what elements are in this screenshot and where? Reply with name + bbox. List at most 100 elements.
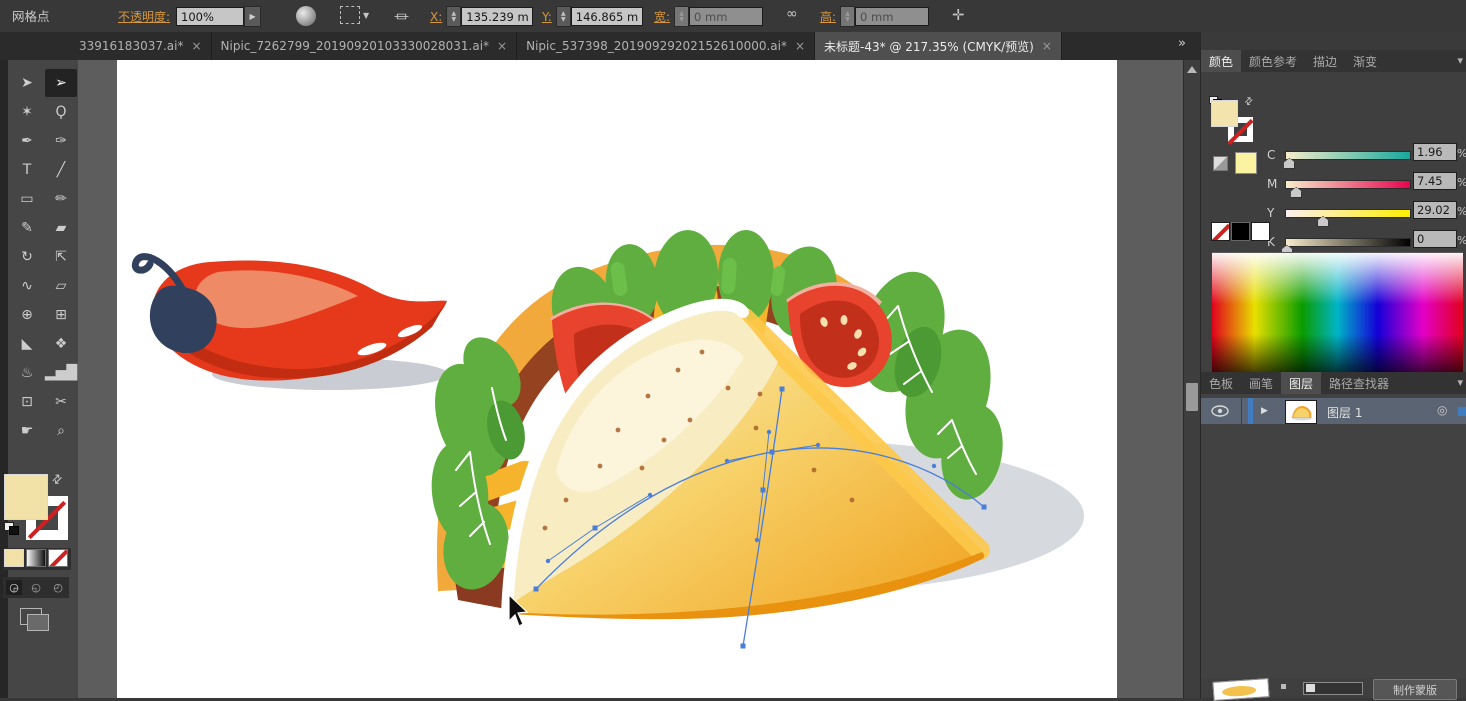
channel-slider[interactable] (1285, 209, 1411, 218)
panel-menu-icon[interactable]: ▾ (1457, 376, 1463, 389)
rectangle-tool[interactable]: ▭ (11, 185, 43, 213)
line-segment-tool[interactable]: ╱ (45, 156, 77, 184)
eye-icon[interactable] (1211, 405, 1229, 417)
none-swatch[interactable] (1211, 222, 1230, 241)
make-mask-button[interactable]: 制作蒙版 (1373, 679, 1457, 700)
curvature-tool[interactable]: ✑ (45, 127, 77, 155)
canvas[interactable] (78, 60, 1183, 698)
swap-fill-stroke-icon[interactable]: ⇄ (49, 470, 66, 487)
channel-value-field[interactable]: 1.96 (1413, 143, 1457, 161)
document-tab[interactable]: 33916183037.ai*× (70, 32, 212, 60)
tab-close-icon[interactable]: × (795, 39, 805, 53)
fill-proxy-swatch[interactable] (1211, 100, 1238, 127)
tab-close-icon[interactable]: × (191, 39, 201, 53)
layer-name[interactable]: 图层 1 (1327, 404, 1362, 421)
panel-tab[interactable]: 颜色 (1201, 50, 1241, 72)
x-stepper[interactable]: ▲▼ (446, 6, 461, 27)
panel-menu-icon[interactable]: ▾ (1457, 54, 1463, 67)
opacity-field[interactable]: 100% (176, 7, 244, 26)
paintbrush-tool[interactable]: ✏ (45, 185, 77, 213)
scroll-up-icon[interactable] (1187, 66, 1197, 73)
layer-thumbnail[interactable] (1285, 400, 1317, 424)
chevron-down-icon[interactable]: ▼ (363, 11, 369, 20)
width-point-icon[interactable]: ⏛ (394, 6, 409, 27)
y-stepper[interactable]: ▲▼ (556, 6, 571, 27)
channel-value-field[interactable]: 29.02 (1413, 201, 1457, 219)
draw-normal-mode-icon[interactable]: ◶ (6, 580, 22, 595)
document-tab[interactable]: 未标题-43* @ 217.35% (CMYK/预览)× (815, 32, 1062, 60)
pencil-tool[interactable]: ✎ (11, 214, 43, 242)
screen-mode-button[interactable] (20, 608, 50, 632)
channel-slider-knob[interactable] (1290, 187, 1302, 198)
rotate-tool[interactable]: ↻ (11, 243, 43, 271)
fill-color-swatch[interactable] (4, 474, 48, 520)
scale-tool[interactable]: ⇱ (45, 243, 77, 271)
expand-triangle-icon[interactable]: ▶ (1261, 406, 1268, 416)
document-tab[interactable]: Nipic_537398_20190929202152610000.ai*× (517, 32, 815, 60)
isolate-selection-icon[interactable] (340, 6, 360, 24)
y-field[interactable]: 146.865 m (571, 7, 643, 26)
transparency-slider[interactable] (1303, 682, 1363, 695)
document-tab[interactable]: Nipic_7262799_20190920103330028031.ai*× (212, 32, 518, 60)
paint-color-button[interactable] (4, 549, 24, 567)
hand-tool[interactable]: ☛ (11, 417, 43, 445)
tab-close-icon[interactable]: × (497, 39, 507, 53)
vertical-scrollbar[interactable] (1183, 60, 1201, 698)
channel-value-field[interactable]: 0 (1413, 230, 1457, 248)
artboard-tool[interactable]: ⊡ (11, 388, 43, 416)
width-tool[interactable]: ∿ (11, 272, 43, 300)
channel-slider-knob[interactable] (1283, 158, 1295, 169)
eraser-tool[interactable]: ▰ (45, 214, 77, 242)
magic-wand-tool[interactable]: ✶ (11, 98, 43, 126)
tab-close-icon[interactable]: × (1042, 39, 1052, 53)
color-spectrum[interactable] (1212, 252, 1463, 388)
channel-slider-knob[interactable] (1317, 216, 1329, 227)
opacity-label[interactable]: 不透明度: (118, 8, 170, 25)
type-tool[interactable]: T (11, 156, 43, 184)
layer-row[interactable]: ▶ 图层 1 ◎ (1201, 398, 1466, 424)
width-stepper[interactable]: ▲▼ (674, 6, 689, 27)
channel-slider[interactable] (1285, 151, 1411, 160)
x-label[interactable]: X: (430, 10, 442, 24)
symbol-sprayer-tool[interactable]: ♨ (11, 359, 43, 387)
default-fill-stroke-icon[interactable] (4, 522, 18, 534)
pen-tool[interactable]: ✒ (11, 127, 43, 155)
slice-tool[interactable]: ✂ (45, 388, 77, 416)
free-transform-tool[interactable]: ▱ (45, 272, 77, 300)
shape-builder-tool[interactable]: ⊕ (11, 301, 43, 329)
draw-behind-mode-icon[interactable]: ◵ (28, 580, 44, 595)
height-stepper[interactable]: ▲▼ (840, 6, 855, 27)
black-swatch[interactable] (1231, 222, 1250, 241)
eyedropper-tool[interactable]: ◣ (11, 330, 43, 358)
draw-inside-mode-icon[interactable]: ◴ (50, 580, 66, 595)
panel-tab[interactable]: 颜色参考 (1241, 50, 1305, 72)
channel-slider[interactable] (1285, 180, 1411, 189)
panel-tab[interactable]: 描边 (1305, 50, 1345, 72)
visibility-cell[interactable] (1201, 398, 1242, 424)
tab-overflow-icon[interactable]: » (1178, 36, 1186, 51)
width-field[interactable]: 0 mm (689, 7, 763, 26)
selection-tool[interactable]: ➤ (11, 69, 43, 97)
channel-value-field[interactable]: 7.45 (1413, 172, 1457, 190)
height-field[interactable]: 0 mm (855, 7, 929, 26)
perspective-grid-tool[interactable]: ⊞ (45, 301, 77, 329)
paint-gradient-button[interactable] (26, 549, 46, 567)
layer-target-icon[interactable]: ◎ (1437, 403, 1447, 417)
white-swatch[interactable] (1251, 222, 1270, 241)
panel-tab[interactable]: 色板 (1201, 372, 1241, 394)
width-label[interactable]: 宽: (654, 8, 670, 25)
column-graph-tool[interactable]: ▂▅█ (45, 359, 77, 387)
x-field[interactable]: 135.239 m (461, 7, 533, 26)
lasso-tool[interactable]: Ϙ (45, 98, 77, 126)
y-label[interactable]: Y: (542, 10, 552, 24)
link-dimensions-icon[interactable]: ∞ (786, 6, 798, 22)
scrollbar-thumb[interactable] (1186, 383, 1198, 411)
paint-none-button[interactable] (48, 549, 68, 567)
transform-arrows-icon[interactable]: ✛ (952, 6, 965, 24)
panel-tab[interactable]: 渐变 (1345, 50, 1385, 72)
panel-tab[interactable]: 图层 (1281, 372, 1321, 394)
panel-tab[interactable]: 画笔 (1241, 372, 1281, 394)
opacity-dropdown-button[interactable]: ▶ (244, 6, 261, 27)
height-label[interactable]: 高: (820, 8, 836, 25)
blend-tool[interactable]: ❖ (45, 330, 77, 358)
